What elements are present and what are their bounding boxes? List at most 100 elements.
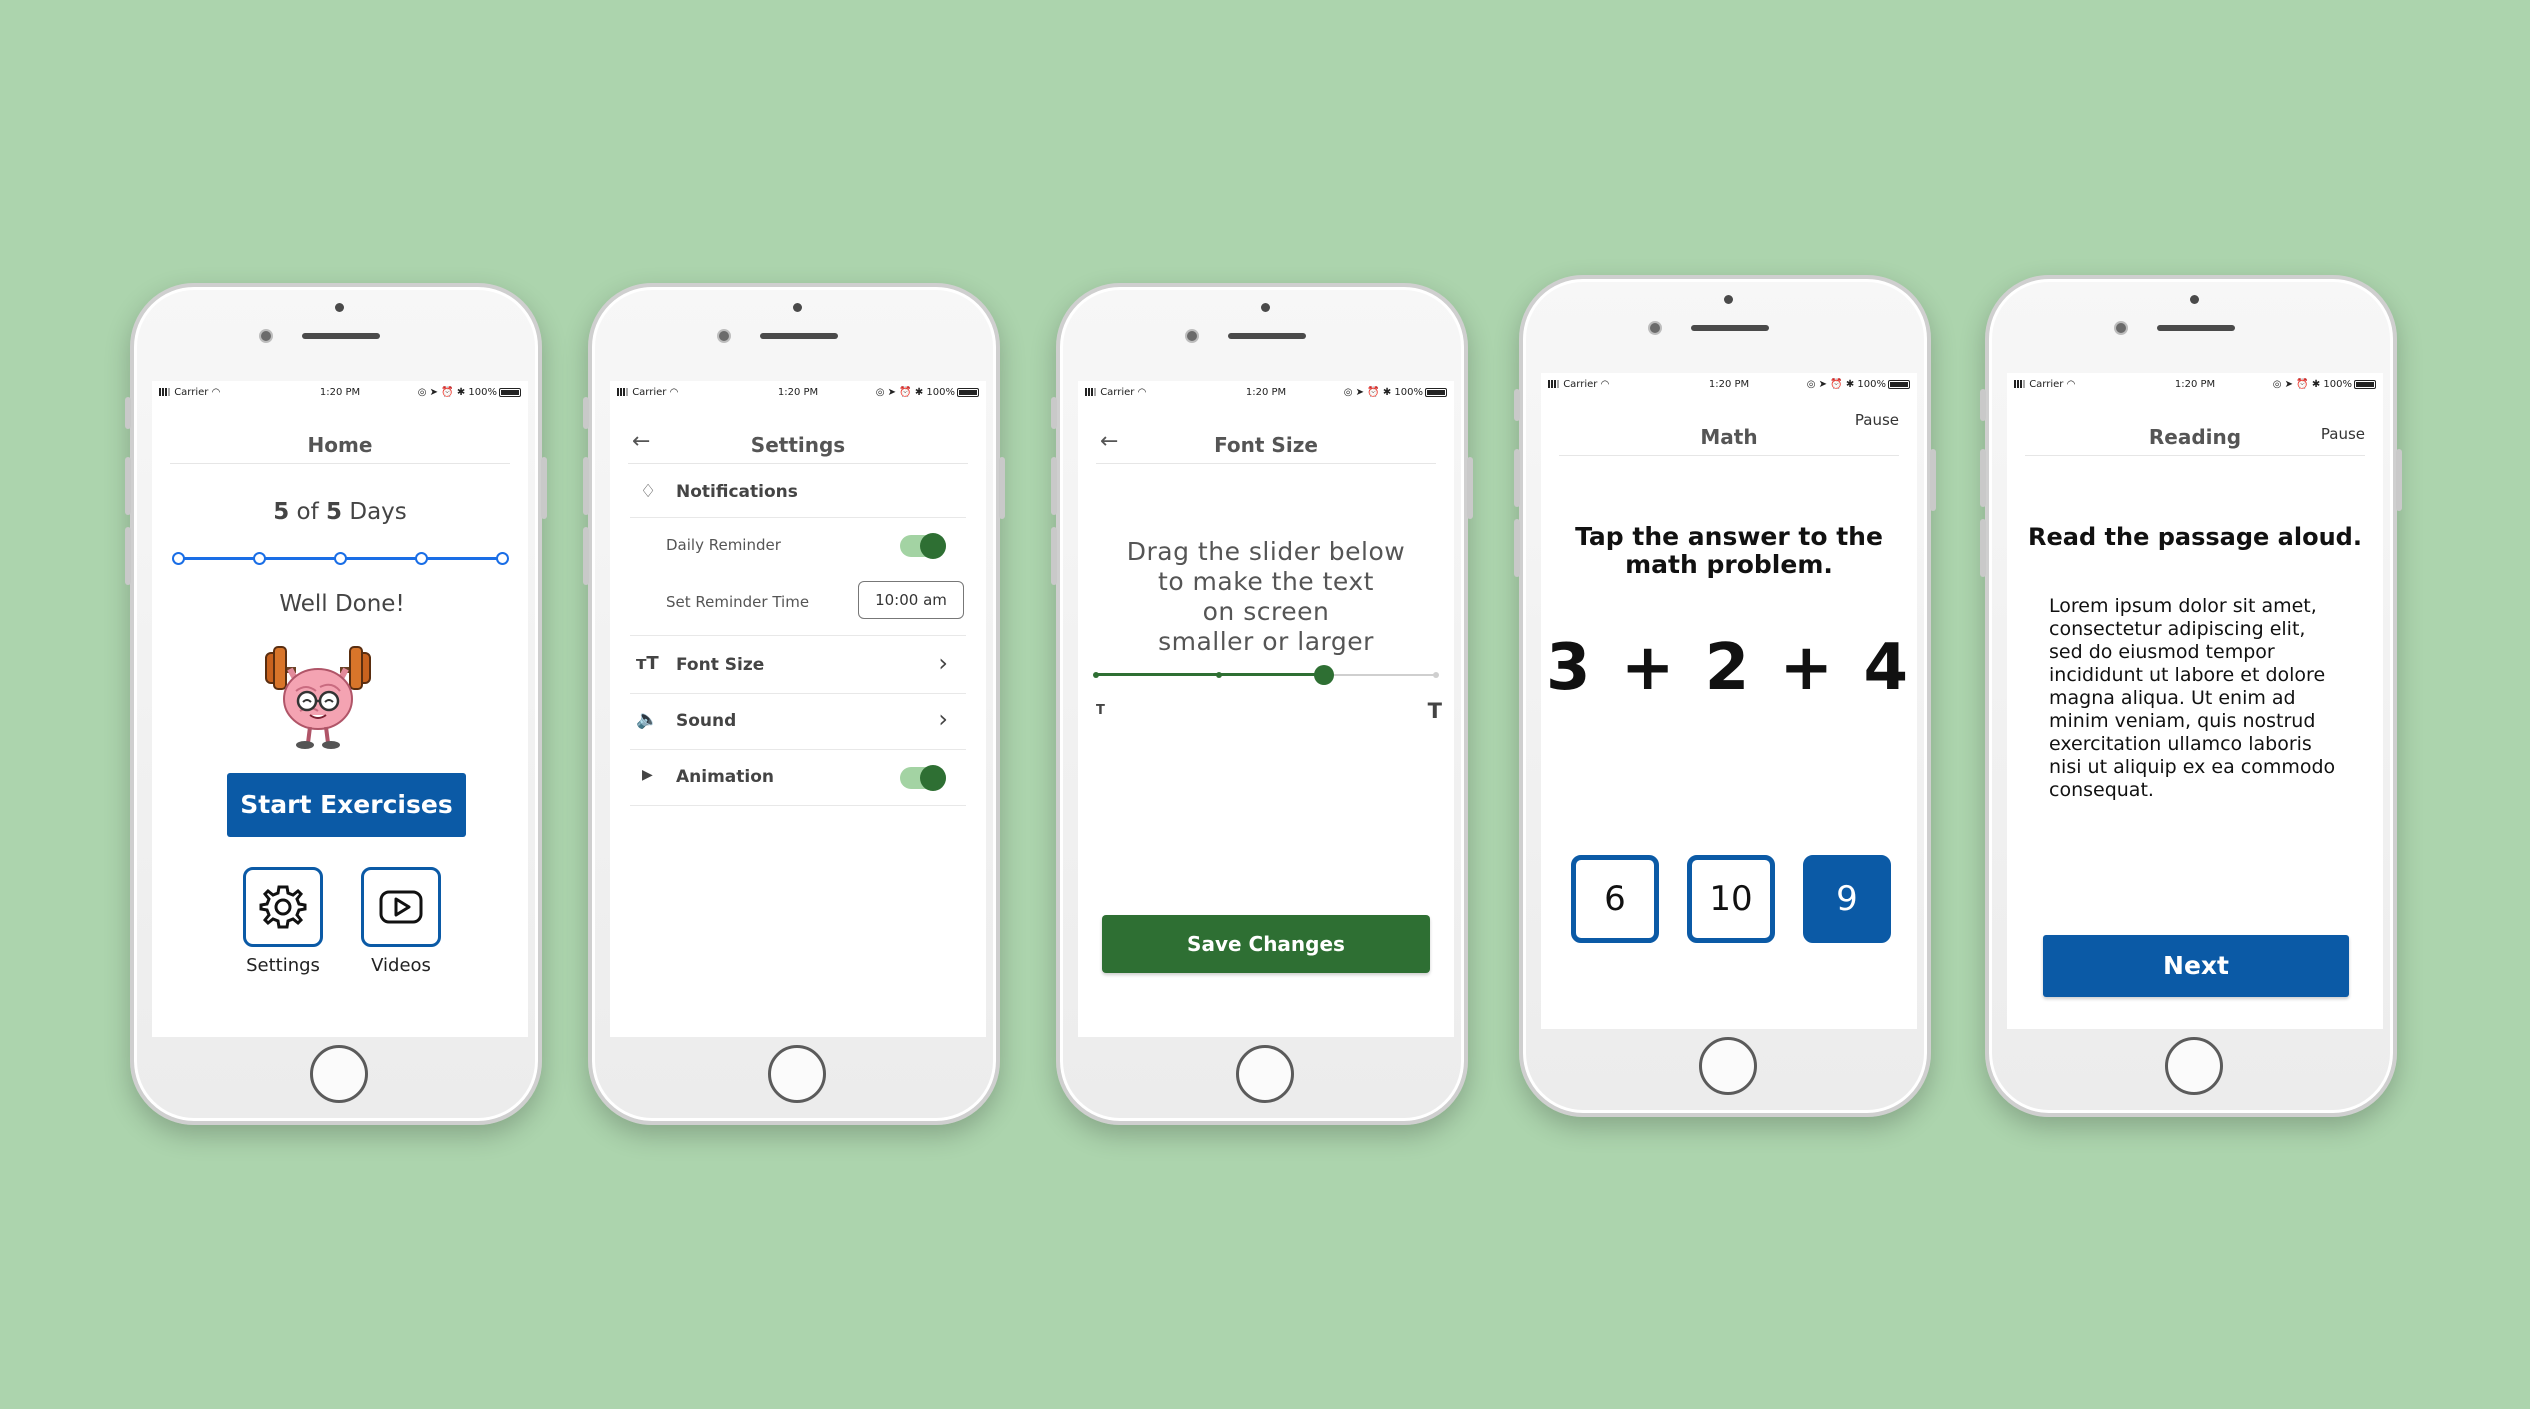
front-camera bbox=[2114, 321, 2128, 335]
front-camera bbox=[1648, 321, 1662, 335]
notifications-label: Notifications bbox=[676, 482, 798, 502]
animation-toggle[interactable] bbox=[900, 765, 946, 791]
status-bar: Carrier ◠ 1:20 PM ◎ ➤ ⏰ ✱ 100% bbox=[1078, 381, 1454, 403]
battery-percent: 100% bbox=[1394, 387, 1423, 398]
math-instruction: Tap the answer to the math problem. bbox=[1541, 523, 1917, 579]
animation-row: ▶ Animation bbox=[630, 751, 966, 806]
page-title: Settings bbox=[750, 433, 846, 457]
sound-row[interactable]: 🔈 Sound › bbox=[630, 695, 966, 750]
chevron-right-icon: › bbox=[938, 705, 948, 733]
screen-math: Carrier ◠ 1:20 PM ◎ ➤ ⏰ ✱ 100% Math Paus… bbox=[1541, 373, 1917, 1029]
well-done-text: Well Done! bbox=[279, 591, 405, 617]
passage-line: incididunt ut labore et dolore bbox=[2049, 664, 2326, 686]
instruction-line: on screen bbox=[1202, 597, 1330, 626]
status-bar: Carrier ◠ 1:20 PM ◎ ➤ ⏰ ✱ 100% bbox=[2007, 373, 2383, 395]
passage-line: Lorem ipsum dolor sit amet, bbox=[2049, 595, 2317, 617]
status-icons: ◎ ➤ ⏰ ✱ bbox=[1343, 387, 1392, 398]
front-camera bbox=[259, 329, 273, 343]
pause-button[interactable]: Pause bbox=[1855, 411, 1899, 429]
home-hardware-button[interactable] bbox=[2165, 1037, 2223, 1095]
animation-label: Animation bbox=[676, 767, 775, 787]
status-bar: Carrier ◠ 1:20 PM ◎ ➤ ⏰ ✱ 100% bbox=[152, 381, 528, 403]
sound-label: Sound bbox=[676, 711, 737, 731]
speaker-grille bbox=[760, 333, 838, 339]
status-icons: ◎ ➤ ⏰ ✱ bbox=[417, 387, 466, 398]
proximity-sensor bbox=[793, 303, 802, 312]
progress-unit: Days bbox=[349, 499, 407, 525]
slider-tick-mid bbox=[1216, 672, 1222, 678]
home-hardware-button[interactable] bbox=[1699, 1037, 1757, 1095]
progress-text: 5 of 5 Days bbox=[152, 499, 528, 525]
proximity-sensor bbox=[1261, 303, 1270, 312]
pause-button[interactable]: Pause bbox=[2321, 425, 2365, 443]
instruction-text: Drag the slider below to make the text o… bbox=[1078, 537, 1454, 657]
reading-instruction: Read the passage aloud. bbox=[2028, 523, 2362, 551]
battery-percent: 100% bbox=[468, 387, 497, 398]
answer-option-1[interactable]: 6 bbox=[1571, 855, 1659, 943]
header: Home bbox=[170, 421, 510, 464]
home-hardware-button[interactable] bbox=[1236, 1045, 1294, 1103]
play-triangle-icon: ▶ bbox=[642, 767, 653, 783]
front-camera bbox=[717, 329, 731, 343]
large-text-indicator: T bbox=[1427, 699, 1442, 723]
next-button[interactable]: Next bbox=[2043, 935, 2349, 997]
math-problem: 3 + 2 + 4 bbox=[1546, 631, 1912, 705]
battery-icon bbox=[957, 388, 979, 397]
chevron-right-icon: › bbox=[938, 649, 948, 677]
header: ← Settings bbox=[628, 421, 968, 464]
videos-label: Videos bbox=[371, 955, 431, 976]
battery-icon bbox=[499, 388, 521, 397]
phone-home: Carrier ◠ 1:20 PM ◎ ➤ ⏰ ✱ 100% Home 5 of… bbox=[125, 283, 547, 1125]
font-size-slider[interactable] bbox=[1093, 663, 1439, 687]
screen-settings: Carrier ◠ 1:20 PM ◎ ➤ ⏰ ✱ 100% ← Setting… bbox=[610, 381, 986, 1037]
screen-home: Carrier ◠ 1:20 PM ◎ ➤ ⏰ ✱ 100% Home 5 of… bbox=[152, 381, 528, 1037]
passage-line: consequat. bbox=[2049, 779, 2154, 801]
header: Reading Pause bbox=[2025, 413, 2365, 456]
phone-math: Carrier ◠ 1:20 PM ◎ ➤ ⏰ ✱ 100% Math Paus… bbox=[1514, 275, 1936, 1117]
daily-reminder-label: Daily Reminder bbox=[666, 536, 781, 554]
home-hardware-button[interactable] bbox=[768, 1045, 826, 1103]
speaker-icon: 🔈 bbox=[636, 709, 659, 730]
font-size-row[interactable]: ᴛT Font Size › bbox=[630, 639, 966, 694]
brain-lifting-weights-icon bbox=[260, 639, 376, 757]
front-camera bbox=[1185, 329, 1199, 343]
instruction-line: smaller or larger bbox=[1158, 627, 1374, 656]
page-title: Math bbox=[1700, 425, 1758, 449]
start-exercises-button[interactable]: Start Exercises bbox=[227, 773, 466, 837]
instruction-line: Drag the slider below bbox=[1126, 537, 1406, 566]
instruction-line: Tap the answer to the bbox=[1575, 522, 1883, 551]
small-text-indicator: T bbox=[1096, 703, 1105, 718]
header: ← Font Size bbox=[1096, 421, 1436, 464]
progress-of: of bbox=[296, 499, 319, 525]
instruction-line: to make the text bbox=[1158, 567, 1374, 596]
status-icons: ◎ ➤ ⏰ ✱ bbox=[875, 387, 924, 398]
progress-total: 5 bbox=[326, 499, 343, 525]
font-size-label: Font Size bbox=[676, 655, 765, 675]
save-changes-button[interactable]: Save Changes bbox=[1102, 915, 1430, 973]
passage-line: nisi ut aliquip ex ea commodo bbox=[2049, 756, 2336, 778]
instruction-line: math problem. bbox=[1625, 550, 1833, 579]
battery-percent: 100% bbox=[1857, 379, 1886, 390]
progress-day-2 bbox=[253, 552, 266, 565]
passage-line: magna aliqua. Ut enim ad bbox=[2049, 687, 2296, 709]
bell-icon: ♢ bbox=[640, 481, 657, 502]
daily-reminder-row: Daily Reminder bbox=[630, 521, 966, 571]
speaker-grille bbox=[1691, 325, 1769, 331]
passage-line: sed do eiusmod tempor bbox=[2049, 641, 2275, 663]
answer-option-3[interactable]: 9 bbox=[1803, 855, 1891, 943]
slider-thumb[interactable] bbox=[1313, 665, 1334, 685]
answer-option-2[interactable]: 10 bbox=[1687, 855, 1775, 943]
screen-font-size: Carrier ◠ 1:20 PM ◎ ➤ ⏰ ✱ 100% ← Font Si… bbox=[1078, 381, 1454, 1037]
phone-reading: Carrier ◠ 1:20 PM ◎ ➤ ⏰ ✱ 100% Reading P… bbox=[1980, 275, 2402, 1117]
home-hardware-button[interactable] bbox=[310, 1045, 368, 1103]
videos-button[interactable] bbox=[361, 867, 441, 947]
phone-font-size: Carrier ◠ 1:20 PM ◎ ➤ ⏰ ✱ 100% ← Font Si… bbox=[1051, 283, 1473, 1125]
battery-icon bbox=[1425, 388, 1447, 397]
slider-tick-max bbox=[1433, 672, 1439, 678]
page-title: Font Size bbox=[1214, 433, 1318, 457]
settings-button[interactable] bbox=[243, 867, 323, 947]
reminder-time-input[interactable]: 10:00 am bbox=[858, 581, 964, 619]
speaker-grille bbox=[2157, 325, 2235, 331]
status-bar: Carrier ◠ 1:20 PM ◎ ➤ ⏰ ✱ 100% bbox=[1541, 373, 1917, 395]
daily-reminder-toggle[interactable] bbox=[900, 533, 946, 559]
